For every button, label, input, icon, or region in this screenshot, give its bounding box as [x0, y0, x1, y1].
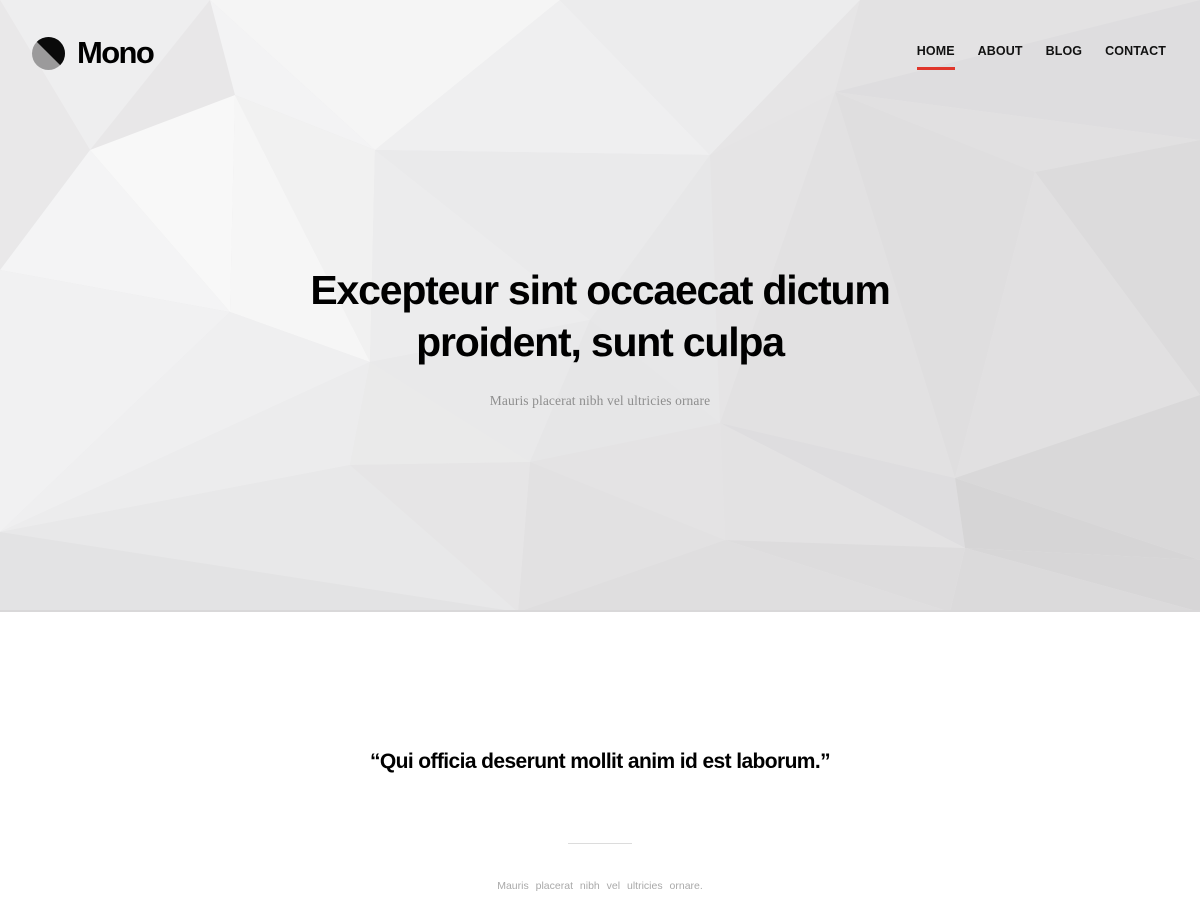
quote-caption: Mauris placerat nibh vel ultricies ornar…: [497, 880, 703, 892]
main-nav: HOME ABOUT BLOG CONTACT: [916, 44, 1166, 70]
logo-link[interactable]: Mono: [32, 33, 155, 73]
active-nav-underline: [916, 67, 955, 70]
nav-item-label: HOME: [916, 44, 955, 58]
nav-item-blog[interactable]: BLOG: [1046, 44, 1083, 68]
nav-item-about[interactable]: ABOUT: [978, 44, 1023, 68]
nav-item-home[interactable]: HOME: [916, 44, 955, 70]
quote-text: “Qui officia deserunt mollit anim id est…: [369, 750, 831, 773]
hero-subtitle: Mauris placerat nibh vel ultricies ornar…: [489, 393, 711, 408]
hero-content: Excepteur sint occaecat dictum proident,…: [200, 264, 1000, 409]
hero-title: Excepteur sint occaecat dictum proident,…: [310, 267, 890, 365]
hero-section: Mono HOME ABOUT BLOG CONTACT Excepteur s…: [0, 0, 1200, 612]
quote-divider: [568, 843, 632, 844]
nav-item-contact[interactable]: CONTACT: [1105, 44, 1166, 68]
quote-section: “Qui officia deserunt mollit anim id est…: [0, 612, 1200, 900]
nav-item-label: CONTACT: [1105, 44, 1166, 58]
site-header: Mono HOME ABOUT BLOG CONTACT: [0, 0, 1200, 100]
nav-item-label: BLOG: [1045, 44, 1083, 58]
nav-item-label: ABOUT: [977, 44, 1023, 58]
half-circle-logo-icon: [32, 36, 65, 70]
logo-text: Mono: [77, 35, 155, 70]
